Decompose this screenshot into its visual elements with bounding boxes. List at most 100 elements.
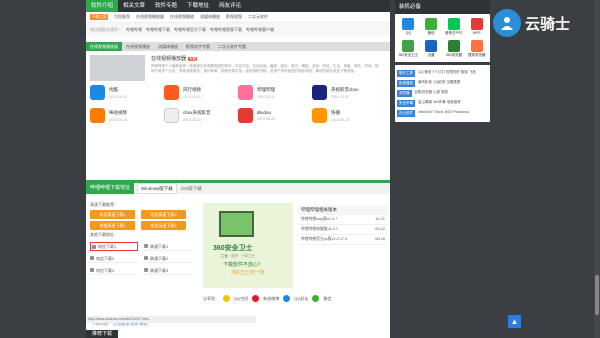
weibo-icon[interactable] [252,295,260,302]
category-badge[interactable]: 办公软件 [397,110,415,117]
download-button[interactable]: 电信高速下载1 [90,210,135,219]
category-links[interactable]: 谷歌浏览器 火狐 搜狗 [415,90,448,95]
scrollbar-thumb[interactable] [595,275,599,315]
scrollbar[interactable] [594,0,600,338]
essential-app[interactable]: 迅雷 [420,40,443,58]
hot-search-link[interactable]: 哔哩哔哩 [126,27,142,33]
xunlei-icon [425,40,438,52]
app-item[interactable]: cbox央视影音 2019-10-31 [164,106,238,125]
category-badge[interactable]: 聊天工具 [397,70,415,77]
app-item[interactable]: 优酷 2019-10-31 [90,83,164,102]
sub-item[interactable]: 流媒体播放 [200,14,220,20]
sub-item[interactable]: 为您推荐 [114,14,130,20]
main-content: 软件介绍 相关文章 软件专题 下载地址 网友评论 下载之家 为您推荐 在线视频播… [86,0,390,338]
app-icon [238,85,253,100]
sub-item[interactable]: 在线视频播放器 [136,14,164,20]
essential-app[interactable]: 360浏览器 [443,40,466,58]
tab-topics[interactable]: 软件专题 [150,0,182,12]
qq-icon[interactable] [283,295,291,302]
app-item[interactable]: 央视影音cbox 2019-10-31 [312,83,386,102]
app-item[interactable]: 风行视频 2019-10-31 [164,83,238,102]
app-item[interactable]: 咪咕视频 2019-06-15 [90,106,164,125]
topic-tab[interactable]: 二次元软件专题 [214,42,250,51]
download-title: 哔哩哔哩下载地址 [86,183,135,194]
topic-tab[interactable]: 影视软件专题 [182,42,214,51]
hot-search-link[interactable]: 哔哩哔哩客户端 [246,27,274,33]
download-button[interactable]: 电信高速下载2 [141,210,186,219]
mirror-link[interactable]: 联通下载3 [144,266,192,275]
app-date: 2019-10-31 [331,94,349,99]
mirror-link[interactable]: 联通下载1 [144,242,192,251]
category-links[interactable]: office2007 Word 永中 Photoshop [418,110,469,115]
sub-item[interactable]: 影视视频 [226,14,242,20]
hot-search-link[interactable]: 哔哩哔哩官方下载 [174,27,206,33]
essential-app[interactable]: 搜狗浏览器 [465,40,488,58]
share-bar: 分享到： QQ空间 新浪微博 QQ好友 微信 [203,295,331,302]
app-item[interactable]: 快播 2019-06-15 [312,106,386,125]
mirror-link[interactable]: 电信下载1 [90,242,138,251]
category-badge[interactable]: 安全杀毒 [397,100,415,107]
tab-articles[interactable]: 相关文章 [118,0,150,12]
share-name[interactable]: 新浪微博 [263,296,279,302]
qzone-icon[interactable] [223,295,230,302]
essential-app[interactable]: QQ [397,18,420,36]
hot-search: 热点搜索关键字： 哔哩哔哩 哔哩哔哩下载 哔哩哔哩官方下载 哔哩哔哩视频下载 哔… [86,23,390,37]
wps-icon [470,18,483,30]
sub-item[interactable]: 在线视频播放 [170,14,194,20]
sub-badge: 下载之家 [90,14,108,20]
featured-desc: 哔哩哔哩个人最新版是一款能够在线观看视频的软件，内容丰富，包括动画、番剧、国创、… [151,64,379,73]
category-badge[interactable]: 浏览器 [397,90,412,97]
share-name[interactable]: 微信 [323,296,331,302]
hot-search-link[interactable]: 哔哩哔哩视频下载 [210,27,242,33]
app-name: 快播 [331,109,340,115]
tab-windows[interactable]: Windows版下载 [137,183,177,194]
share-name[interactable]: QQ好友 [294,296,308,302]
category-links[interactable]: 金山毒霸 360杀毒 电脑管家 [418,100,461,105]
iqiyi-icon [447,18,460,30]
app-name: 咪咕视频 [109,109,127,115]
promo-banner[interactable]: 360安全卫士 拦截 · 防护 · 十年卫士 下载软件不放心？ 360卫士扫一扫 [203,203,293,288]
tab-comments[interactable]: 网友评论 [214,0,246,12]
related-item[interactable]: 哔哩哔哩电脑版v1.4.7 09-12 [298,225,388,235]
mirror-link[interactable]: 联通下载2 [144,254,192,263]
featured-tag: 专题 [188,57,198,61]
mirror-link[interactable]: 电信下载2 [90,254,138,263]
app-date: 2019-10-31 [257,94,275,99]
topic-tab[interactable]: 流媒体播放 [154,42,182,51]
topic-tab[interactable]: 在线视频播放器 [86,42,122,51]
promo-cta2: 360卫士扫一扫 [231,270,265,276]
wechat-icon[interactable] [312,295,320,302]
sogou-browser-icon [470,40,483,52]
topic-tabs: 在线视频播放器 在线视频播放 流媒体播放 影视软件专题 二次元软件专题 [86,42,390,51]
tab-intro[interactable]: 软件介绍 [86,0,119,12]
featured-title[interactable]: 在线视频播放器 专题 [151,55,381,62]
download-button[interactable]: 电信高速下载2 [141,221,186,230]
share-name[interactable]: QQ空间 [234,296,248,302]
download-button[interactable]: 电信高速下载1 [90,221,135,230]
app-name: 优酷 [109,86,118,92]
topic-tab[interactable]: 在线视频播放 [122,42,154,51]
related-item[interactable]: 哔哩哔哩uwp版v1.4.7 10-21 [298,215,388,225]
sub-item[interactable]: 二次元软件 [248,14,268,20]
tab-download[interactable]: 下载地址 [182,0,214,12]
app-name: iBudou [257,110,272,115]
essential-app[interactable]: WPS [465,18,488,36]
mirror-link[interactable]: 电信下载3 [90,266,138,275]
related-item[interactable]: 哔哩哔哩官方pc版v1.2.17.0 08-16 [298,235,388,245]
featured-image[interactable] [90,55,145,81]
hot-search-link[interactable]: 哔哩哔哩下载 [146,27,170,33]
category-links[interactable]: QQ 微信 YY 钉钉 阿里旺旺 陌陌 飞信 [418,70,476,75]
tab-ios[interactable]: iOS版下载 [181,186,202,192]
share-label: 分享到： [203,295,219,301]
bottom-tab[interactable]: 推荐下载 [86,330,119,338]
page: 软件介绍 相关文章 软件专题 下载地址 网友评论 下载之家 为您推荐 在线视频播… [0,0,600,338]
essential-app[interactable]: 微信 [420,18,443,36]
app-item[interactable]: 哔哩哔哩 2019-10-31 [238,83,312,102]
back-to-top-button[interactable]: ▲ [508,315,521,328]
promo-cta: 下载软件不放心？ [223,262,264,268]
essential-app[interactable]: 360安全卫士 [397,40,420,58]
category-badge[interactable]: 影音播放 [397,80,415,87]
category-links[interactable]: 暴风影音 QQ影音 迅雷看看 [418,80,460,85]
app-item[interactable]: iBudou 2019-08-28 [238,106,312,125]
essential-app[interactable]: 爱奇艺PPS [443,18,466,36]
